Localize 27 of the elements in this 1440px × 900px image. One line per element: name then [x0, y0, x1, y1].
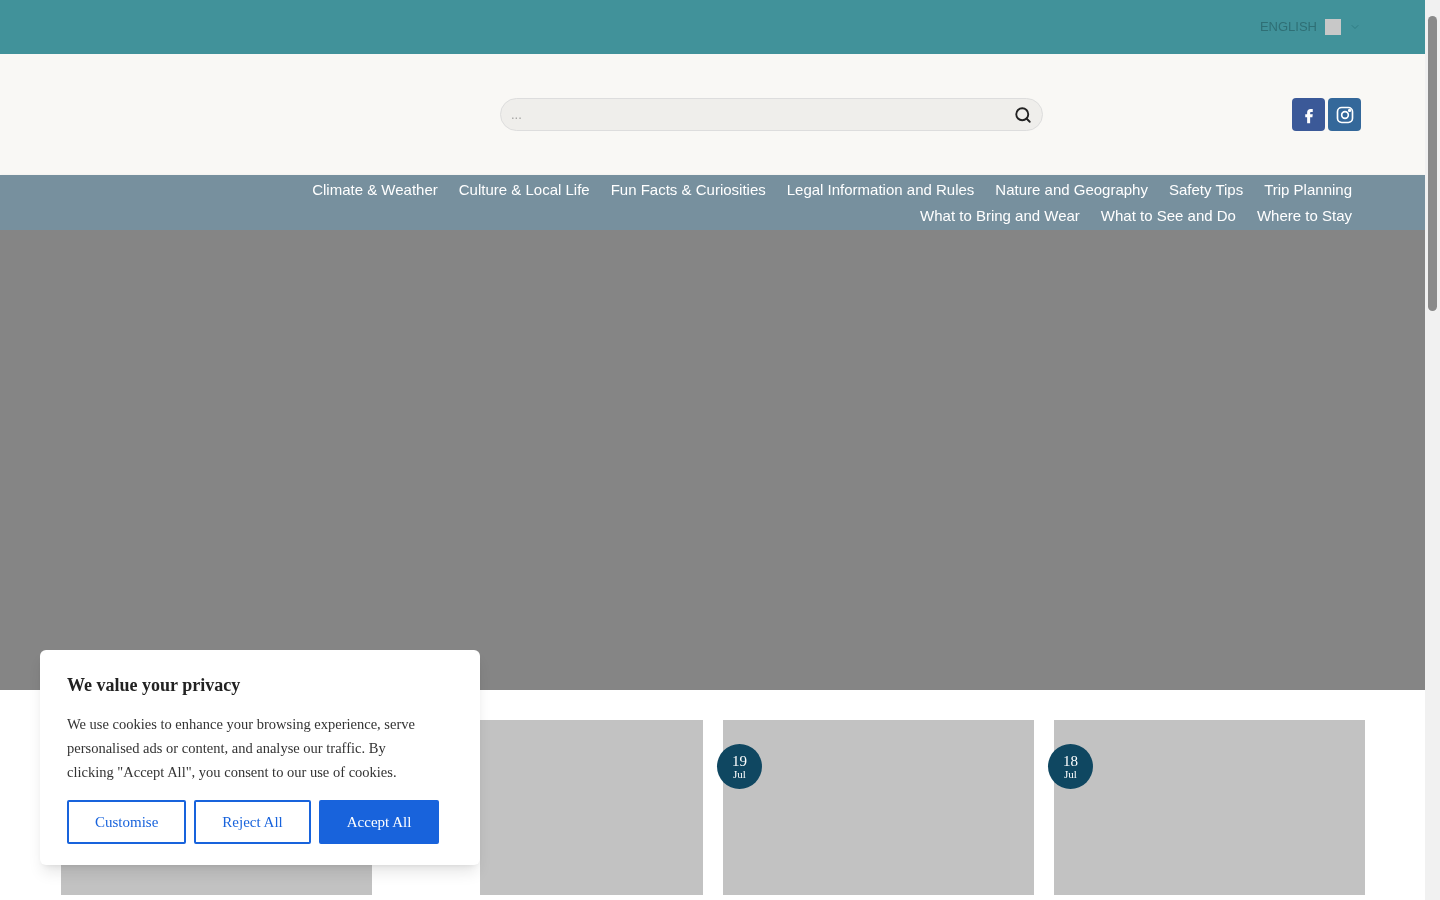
date-day: 18: [1063, 753, 1078, 769]
nav-link[interactable]: What to See and Do: [1100, 202, 1236, 229]
nav-link[interactable]: Fun Facts & Curiosities: [610, 176, 766, 203]
cookie-option-button[interactable]: Reject All: [194, 800, 311, 844]
nav-link[interactable]: What to Bring and Wear: [920, 202, 1080, 229]
post-image[interactable]: [1054, 720, 1365, 895]
cookie-title: We value your privacy: [67, 674, 242, 697]
flag-icon: [1325, 19, 1341, 35]
instagram-icon[interactable]: [1328, 98, 1361, 131]
date-month: Jul: [733, 768, 746, 780]
post-image[interactable]: [723, 720, 1034, 895]
nav-link[interactable]: Safety Tips: [1168, 176, 1244, 203]
nav-link[interactable]: Nature and Geography: [995, 176, 1148, 203]
search-icon[interactable]: [1014, 105, 1032, 124]
accept-button[interactable]: Accept All: [318, 800, 440, 844]
nav-link[interactable]: Climate & Weather: [312, 176, 438, 203]
date-month: Jul: [1064, 768, 1077, 780]
nav-link[interactable]: Trip Planning: [1264, 176, 1352, 203]
nav-link[interactable]: Culture & Local Life: [458, 176, 590, 203]
cookie-option-button[interactable]: Customise: [67, 800, 187, 844]
nav-link[interactable]: Legal Information and Rules: [786, 176, 975, 203]
nav-link[interactable]: Where to Stay: [1256, 202, 1352, 229]
facebook-icon[interactable]: [1292, 98, 1325, 131]
search-input[interactable]: ...: [511, 104, 1014, 125]
date-day: 19: [732, 753, 747, 769]
search-field[interactable]: ...: [500, 98, 1043, 131]
cookie-text: We use cookies to enhance your browsing experience, serve personalised ads or content, and analyse our traffic. By clicking "Accept All", you consent to our use of cookies.: [67, 715, 416, 782]
